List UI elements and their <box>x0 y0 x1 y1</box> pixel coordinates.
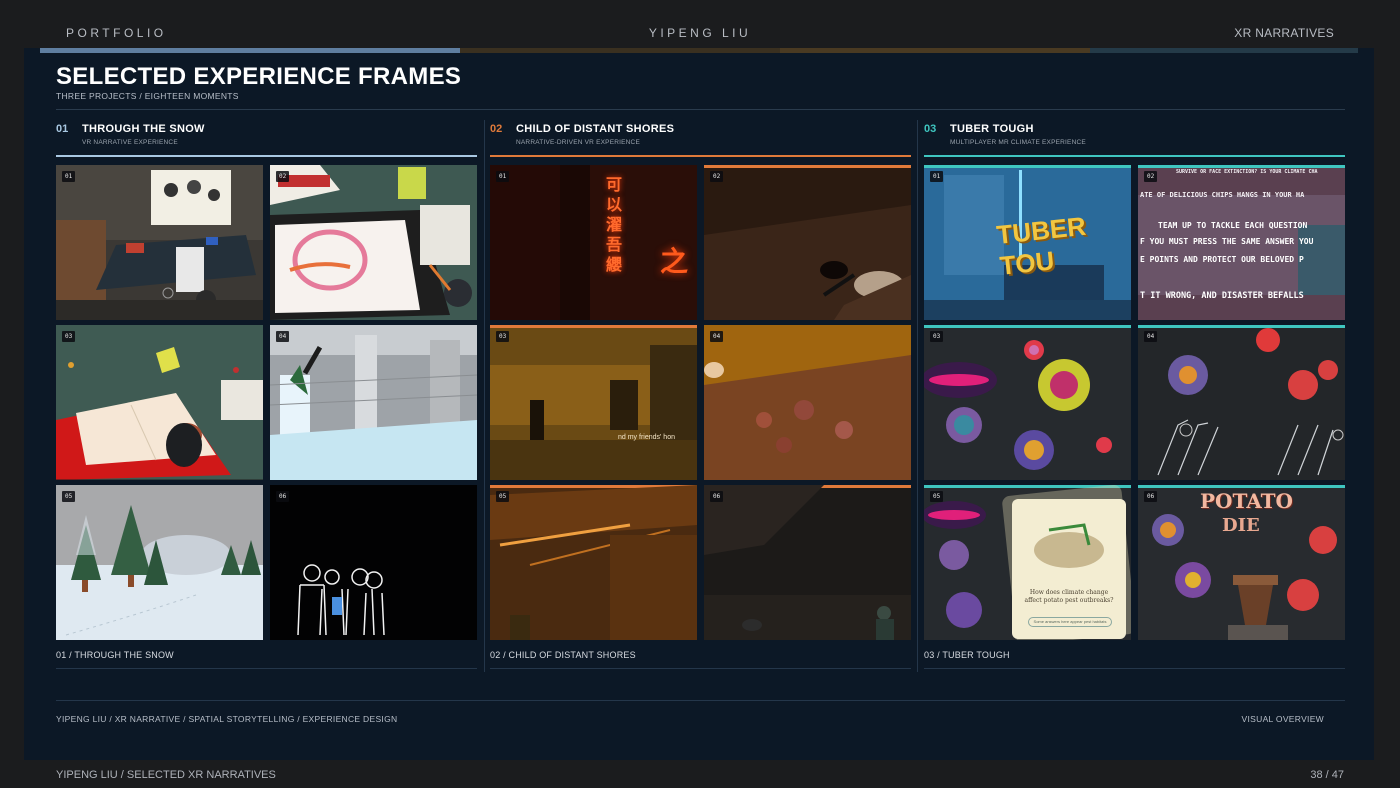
slide-footer-label: VISUAL OVERVIEW <box>1241 714 1324 724</box>
frame-dark-room-figures[interactable]: 06 <box>704 485 911 640</box>
project-title: TUBER TOUGH <box>950 123 1034 135</box>
calligraphy-vertical-text: 可以濯吾纓 <box>606 175 623 274</box>
page-header: PORTFOLIO YIPENG LIU XR NARRATIVES <box>0 0 1400 48</box>
frame-hand-tracking-pests[interactable]: 04 <box>1138 325 1345 480</box>
project-subtitle: NARRATIVE-DRIVEN VR EXPERIENCE <box>516 139 640 146</box>
card-answer-option: Some answers here appear pest habitats <box>1028 617 1112 627</box>
project-accent-line <box>924 155 1345 157</box>
frame-potato-die-sign[interactable]: POTATO DIE 06 <box>1138 485 1345 640</box>
card-question-text: How does climate change affect potato pe… <box>1024 589 1114 604</box>
project-title: CHILD OF DISTANT SHORES <box>516 123 675 135</box>
frame-number-badge: 05 <box>930 491 944 502</box>
page-footer: YIPENG LIU / SELECTED XR NARRATIVES 38 /… <box>0 760 1400 788</box>
project-number: 02 <box>490 123 503 135</box>
frame-hand-with-brush[interactable]: 02 <box>704 165 911 320</box>
slide-subtitle: THREE PROJECTS / EIGHTEEN MOMENTS <box>56 91 239 101</box>
project-number: 03 <box>924 123 937 135</box>
project-accent-line <box>56 155 477 157</box>
slide-footer-rule <box>56 700 1345 701</box>
rules-line: TEAM UP TO TACKLE EACH QUESTION <box>1158 221 1308 230</box>
column-divider <box>917 120 918 672</box>
slide-top-bar <box>40 48 1358 53</box>
frame-textured-tabletop[interactable]: 04 <box>704 325 911 480</box>
frame-snowy-cabin[interactable]: 04 <box>270 325 477 480</box>
frame-snow-forest[interactable]: 05 <box>56 485 263 640</box>
header-author-name: YIPENG LIU <box>648 26 752 40</box>
project-number: 01 <box>56 123 69 135</box>
frame-number-badge: 06 <box>1144 491 1158 502</box>
rules-line: F YOU MUST PRESS THE SAME ANSWER YOU <box>1140 237 1314 246</box>
project-column-child-of-distant-shores: 02 CHILD OF DISTANT SHORES NARRATIVE-DRI… <box>490 120 911 672</box>
frame-number-badge: 03 <box>62 331 76 342</box>
frame-number-badge: 06 <box>710 491 724 502</box>
caption-rule <box>490 668 911 669</box>
frame-pest-creatures[interactable]: 03 <box>924 325 1131 480</box>
frame-number-badge: 04 <box>710 331 724 342</box>
frame-classroom-desk[interactable]: 01 <box>56 165 263 320</box>
slide-footer-tags: YIPENG LIU / XR NARRATIVE / SPATIAL STOR… <box>56 714 398 724</box>
frame-number-badge: 03 <box>496 331 510 342</box>
frame-number-badge: 04 <box>1144 331 1158 342</box>
frame-number-badge: 02 <box>1144 171 1158 182</box>
calligraphy-glyph: 之 <box>660 245 689 278</box>
title-divider <box>56 109 1345 110</box>
in-scene-sign-text: nd my friends' hon <box>618 434 675 441</box>
frame-number-badge: 05 <box>496 491 510 502</box>
header-section-label: XR NARRATIVES <box>1234 26 1334 40</box>
frame-number-badge: 02 <box>276 171 290 182</box>
frame-number-badge: 05 <box>62 491 76 502</box>
frame-number-badge: 01 <box>62 171 76 182</box>
frame-number-badge: 04 <box>276 331 290 342</box>
sign-text-line-2: DIE <box>1222 515 1260 536</box>
frame-number-badge: 03 <box>930 331 944 342</box>
project-caption: 01 / THROUGH THE SNOW <box>56 650 174 660</box>
frame-game-rules-text[interactable]: SURVIVE OR FACE EXTINCTION? IS YOUR CLIM… <box>1138 165 1345 320</box>
project-accent-line <box>490 155 911 157</box>
column-divider <box>484 120 485 672</box>
frame-family-silhouette[interactable]: 06 <box>270 485 477 640</box>
frame-number-badge: 01 <box>496 171 510 182</box>
frame-grid: TUBER TOU 01 SURVIVE OR FACE EXTINCTION?… <box>924 165 1345 640</box>
caption-rule <box>924 668 1345 669</box>
frame-lit-street-sign[interactable]: nd my friends' hon 03 <box>490 325 697 480</box>
sign-text-line-1: POTATO <box>1200 489 1293 513</box>
project-column-tuber-tough: 03 TUBER TOUGH MULTIPLAYER MR CLIMATE EX… <box>924 120 1345 672</box>
project-caption: 02 / CHILD OF DISTANT SHORES <box>490 650 636 660</box>
slide: SELECTED EXPERIENCE FRAMES THREE PROJECT… <box>24 48 1374 760</box>
frame-mr-title-logo[interactable]: TUBER TOU 01 <box>924 165 1131 320</box>
footer-document-title: YIPENG LIU / SELECTED XR NARRATIVES <box>56 769 276 781</box>
frame-grid: 可以濯吾纓 之 01 02 nd my friends' hon 03 04 0… <box>490 165 911 640</box>
frame-number-badge: 02 <box>710 171 724 182</box>
frame-climate-question-card[interactable]: How does climate change affect potato pe… <box>924 485 1131 640</box>
project-column-through-the-snow: 01 THROUGH THE SNOW VR NARRATIVE EXPERIE… <box>56 120 477 672</box>
rules-line: SURVIVE OR FACE EXTINCTION? IS YOUR CLIM… <box>1176 169 1318 175</box>
frame-number-badge: 01 <box>930 171 944 182</box>
frame-grid: 01 02 03 04 05 06 <box>56 165 477 640</box>
frame-number-badge: 06 <box>276 491 290 502</box>
project-subtitle: VR NARRATIVE EXPERIENCE <box>82 139 178 146</box>
project-title: THROUGH THE SNOW <box>82 123 205 135</box>
project-caption: 03 / TUBER TOUGH <box>924 650 1010 660</box>
rules-line: T IT WRONG, AND DISASTER BEFALLS <box>1140 291 1304 301</box>
project-subtitle: MULTIPLAYER MR CLIMATE EXPERIENCE <box>950 139 1086 146</box>
frame-drawing-table[interactable]: 02 <box>270 165 477 320</box>
frame-glowing-calligraphy[interactable]: 可以濯吾纓 之 01 <box>490 165 697 320</box>
frame-open-book[interactable]: 03 <box>56 325 263 480</box>
slide-title: SELECTED EXPERIENCE FRAMES <box>56 63 462 90</box>
caption-rule <box>56 668 477 669</box>
page-number: 38 / 47 <box>1310 769 1344 781</box>
rules-line: E POINTS AND PROTECT OUR BELOVED P <box>1140 255 1304 264</box>
frame-wooden-corridor[interactable]: 05 <box>490 485 697 640</box>
rules-line: ATE OF DELICIOUS CHIPS HANGS IN YOUR HA <box>1140 191 1305 199</box>
